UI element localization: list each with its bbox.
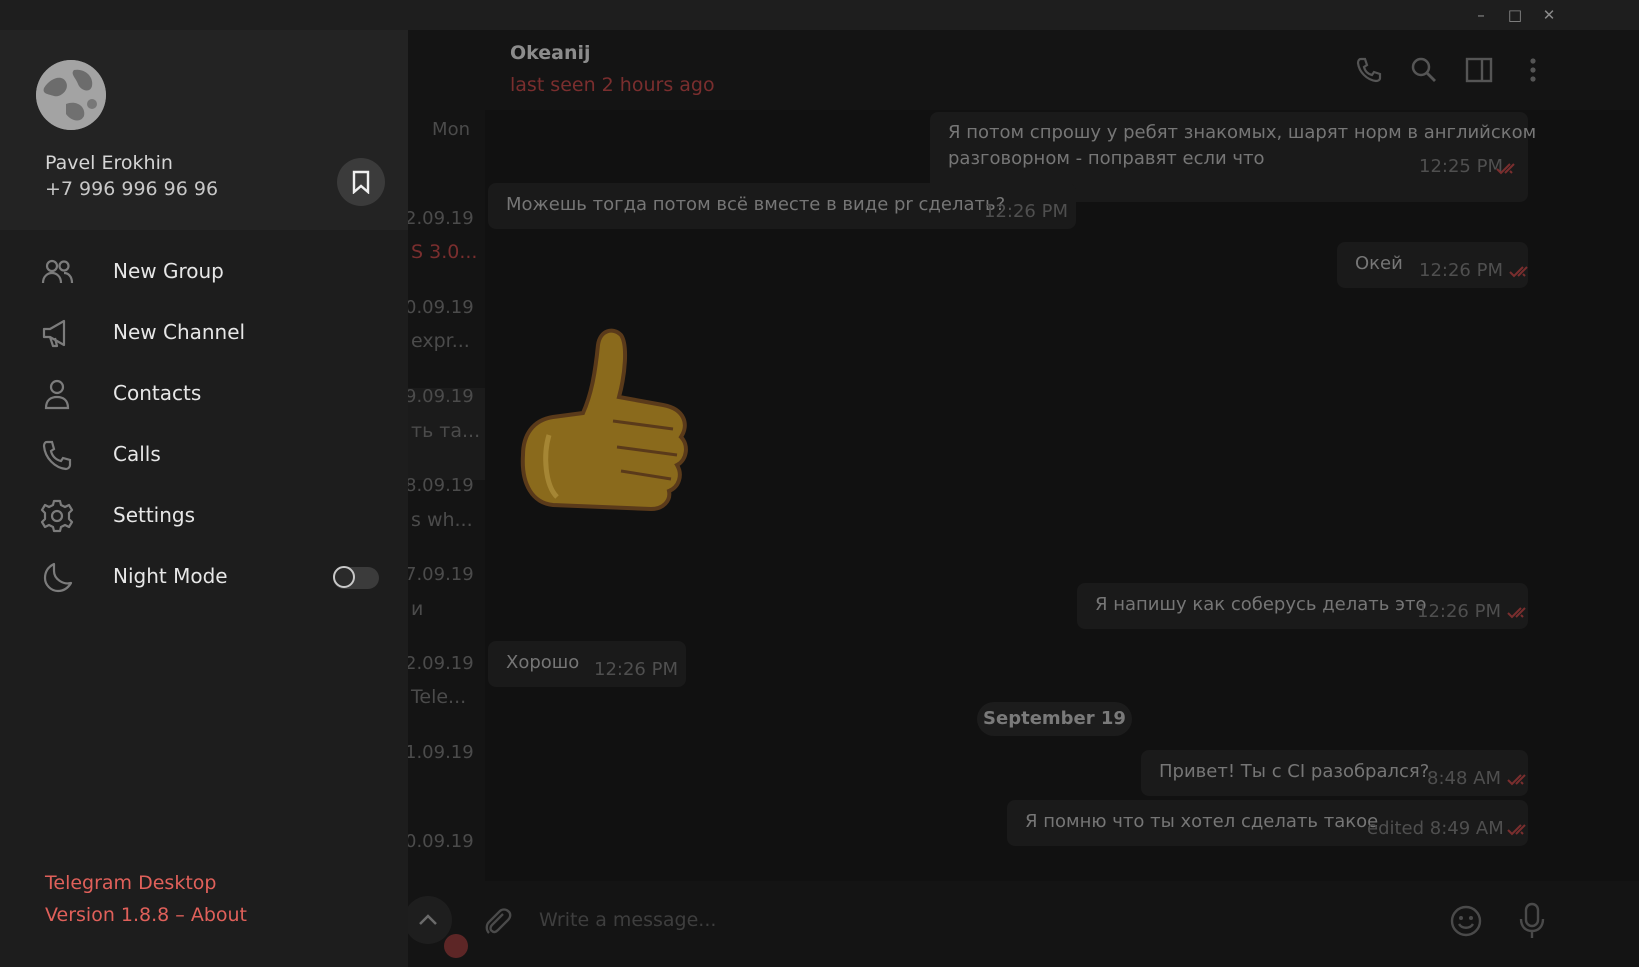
menu-item-calls[interactable]: Calls [0, 425, 408, 483]
message-outgoing[interactable]: Я помню что ты хотел сделать такое edite… [1007, 800, 1528, 846]
double-check-icon [1509, 266, 1528, 278]
sidebar-toggle-icon[interactable] [1463, 54, 1495, 86]
saved-messages-button[interactable] [337, 158, 385, 206]
window-titlebar: – □ ✕ [0, 0, 1639, 30]
message-time: 12:25 PM [1419, 156, 1503, 177]
more-options-icon[interactable] [1517, 54, 1549, 86]
version-about-link[interactable]: Version 1.8.8 – About [45, 904, 247, 926]
message-time: 12:26 PM [1419, 260, 1503, 281]
chat-snippet: Tele... [411, 686, 467, 708]
message-text: Привет! Ты с CI разобрался? [1159, 761, 1430, 782]
chat-header: Okeanij last seen 2 hours ago [485, 30, 1639, 110]
search-icon[interactable] [1408, 54, 1440, 86]
scroll-up-button[interactable] [404, 896, 452, 944]
menu-item-label: Contacts [113, 381, 202, 405]
menu-item-label: New Group [113, 259, 224, 283]
microphone-icon[interactable] [1515, 901, 1549, 941]
menu-item-settings[interactable]: Settings [0, 486, 408, 544]
message-outgoing[interactable]: Привет! Ты с CI разобрался? 8:48 AM [1141, 750, 1528, 796]
avatar[interactable] [36, 60, 106, 130]
double-check-icon [1507, 607, 1526, 619]
double-check-icon [1507, 824, 1526, 836]
bookmark-icon [352, 170, 370, 194]
attach-icon[interactable] [481, 905, 515, 939]
chevron-up-icon [419, 914, 437, 925]
chat-snippet: ть та... [411, 420, 481, 442]
night-mode-toggle[interactable] [333, 566, 379, 589]
unread-badge [444, 934, 468, 958]
moon-avatar-image [36, 60, 106, 130]
menu-item-contacts[interactable]: Contacts [0, 364, 408, 422]
message-time: 12:26 PM [984, 201, 1068, 222]
menu-item-label: Calls [113, 442, 161, 466]
message-outgoing[interactable]: Я напишу как соберусь делать это 12:26 P… [1077, 583, 1528, 629]
toggle-knob [333, 566, 355, 588]
message-text: Можешь тогда потом всё вместе в виде pr … [506, 194, 1006, 215]
minimize-button[interactable]: – [1470, 4, 1492, 26]
drawer-header: Pavel Erokhin +7 996 996 96 96 [0, 30, 408, 230]
contact-icon [44, 379, 70, 410]
message-time: 12:26 PM [594, 659, 678, 680]
message-text: Я напишу как соберусь делать это [1095, 594, 1427, 615]
double-check-icon [1496, 163, 1515, 175]
double-check-icon [1507, 774, 1526, 786]
message-text: Я помню что ты хотел сделать такое [1025, 811, 1379, 832]
chat-date: 1.09.19 [405, 742, 474, 763]
chat-title[interactable]: Okeanij [510, 42, 591, 64]
message-text: Я потом спрошу у ребят знакомых, шарят н… [948, 122, 1537, 143]
chat-date: 0.09.19 [405, 831, 474, 852]
thumbs-up-sticker[interactable] [513, 325, 693, 515]
phone-icon [42, 440, 72, 471]
menu-item-new-channel[interactable]: New Channel [0, 303, 408, 361]
menu-item-new-group[interactable]: New Group [0, 242, 408, 300]
chat-date: 7.09.19 [405, 564, 474, 585]
gear-icon [40, 499, 74, 533]
call-icon[interactable] [1353, 54, 1385, 86]
chat-panel: Okeanij last seen 2 hours ago Я потом сп… [485, 30, 1639, 967]
menu-item-label: New Channel [113, 320, 246, 344]
message-input[interactable]: Write a message... [539, 909, 716, 931]
maximize-button[interactable]: □ [1504, 4, 1526, 26]
chat-date: 0.09.19 [405, 297, 474, 318]
message-text: разговорном - поправят если что [948, 148, 1265, 169]
menu-item-night-mode[interactable]: Night Mode [0, 547, 408, 605]
message-incoming[interactable]: Хорошо 12:26 PM [488, 641, 686, 687]
app-name-link[interactable]: Telegram Desktop [45, 872, 216, 894]
moon-icon [43, 562, 73, 593]
chat-date: 2.09.19 [405, 653, 474, 674]
megaphone-icon [42, 319, 66, 348]
chat-date: 2.09.19 [405, 208, 474, 229]
chat-snippet: s wh... [411, 509, 473, 531]
chat-status: last seen 2 hours ago [510, 74, 715, 96]
menu-item-label: Settings [113, 503, 196, 527]
date-separator: September 19 [977, 702, 1132, 736]
menu-item-label: Night Mode [113, 564, 228, 588]
message-incoming[interactable]: Можешь тогда потом всё вместе в виде pr … [488, 183, 1076, 229]
close-button[interactable]: ✕ [1538, 4, 1560, 26]
chat-snippet: S 3.0... [411, 241, 478, 263]
chat-snippet: и [411, 598, 424, 620]
message-time: edited 8:49 AM [1367, 818, 1504, 839]
message-time: 12:26 PM [1417, 601, 1501, 622]
group-icon [41, 259, 74, 284]
chat-date: 8.09.19 [405, 475, 474, 496]
message-composer: Write a message... [485, 881, 1639, 967]
message-outgoing[interactable]: Окей 12:26 PM [1337, 242, 1528, 288]
emoji-icon[interactable] [1448, 903, 1484, 939]
chat-snippet: expr... [411, 330, 470, 352]
message-time: 8:48 AM [1427, 768, 1501, 789]
side-menu-drawer: Pavel Erokhin +7 996 996 96 96 New Group… [0, 30, 408, 967]
message-text: Хорошо [506, 652, 580, 673]
user-name: Pavel Erokhin [45, 152, 173, 174]
user-phone: +7 996 996 96 96 [45, 178, 219, 200]
chat-date: Mon [432, 119, 470, 140]
chat-date: 9.09.19 [405, 386, 474, 407]
message-text: Окей [1355, 253, 1403, 274]
